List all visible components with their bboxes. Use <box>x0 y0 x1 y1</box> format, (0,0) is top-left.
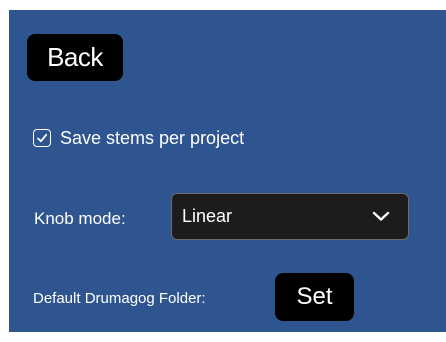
set-folder-button[interactable]: Set <box>275 273 354 321</box>
checkmark-icon <box>37 133 48 143</box>
knob-mode-value: Linear <box>182 206 233 226</box>
back-button[interactable]: Back <box>27 34 123 81</box>
chevron-down-icon <box>372 211 390 221</box>
settings-panel: Back Save stems per project Knob mode: L… <box>9 10 446 332</box>
save-stems-option[interactable]: Save stems per project <box>33 126 244 150</box>
default-folder-label: Default Drumagog Folder: <box>33 290 206 307</box>
save-stems-label: Save stems per project <box>60 127 245 148</box>
save-stems-checkbox[interactable] <box>33 129 51 147</box>
knob-mode-select[interactable]: Linear <box>171 193 409 240</box>
knob-mode-label: Knob mode: <box>34 209 126 228</box>
